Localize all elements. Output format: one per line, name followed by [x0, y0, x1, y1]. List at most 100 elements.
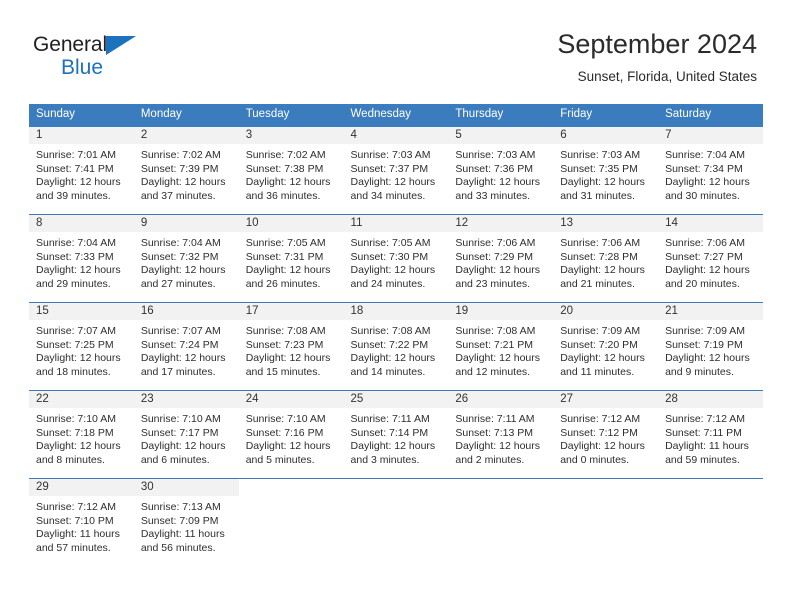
page-subtitle: Sunset, Florida, United States: [577, 69, 757, 84]
day-cell[interactable]: 27 Sunrise: 7:12 AM Sunset: 7:12 PM Dayl…: [553, 390, 659, 478]
day-cell-empty: [658, 478, 763, 560]
day-cell-empty: [343, 478, 449, 560]
day-cell[interactable]: 17 Sunrise: 7:08 AM Sunset: 7:23 PM Dayl…: [238, 302, 344, 390]
day-cell-inner: 19 Sunrise: 7:08 AM Sunset: 7:21 PM Dayl…: [448, 302, 554, 390]
day-cell[interactable]: 30 Sunrise: 7:13 AM Sunset: 7:09 PM Dayl…: [133, 478, 239, 560]
day-cell[interactable]: 5 Sunrise: 7:03 AM Sunset: 7:36 PM Dayli…: [448, 126, 554, 214]
day-cell-inner: 27 Sunrise: 7:12 AM Sunset: 7:12 PM Dayl…: [553, 390, 659, 478]
daylight-line-1: Daylight: 12 hours: [455, 176, 541, 189]
daylight-line-1: Daylight: 12 hours: [140, 176, 226, 189]
daylight-line-2: and 30 minutes.: [665, 189, 740, 202]
daylight-line-2: and 27 minutes.: [140, 277, 216, 290]
day-number: 8: [29, 215, 134, 232]
sunrise-line: Sunrise: 7:02 AM: [245, 149, 326, 161]
day-cell[interactable]: 25 Sunrise: 7:11 AM Sunset: 7:14 PM Dayl…: [343, 390, 449, 478]
day-cell[interactable]: 21 Sunrise: 7:09 AM Sunset: 7:19 PM Dayl…: [658, 302, 763, 390]
daylight-line-2: and 11 minutes.: [560, 365, 635, 378]
day-cell-inner: 18 Sunrise: 7:08 AM Sunset: 7:22 PM Dayl…: [343, 302, 449, 390]
day-cell-inner: 5 Sunrise: 7:03 AM Sunset: 7:36 PM Dayli…: [448, 126, 554, 214]
day-cell[interactable]: 24 Sunrise: 7:10 AM Sunset: 7:16 PM Dayl…: [238, 390, 344, 478]
day-details: Sunrise: 7:11 AM Sunset: 7:14 PM Dayligh…: [344, 408, 449, 467]
day-details: Sunrise: 7:01 AM Sunset: 7:41 PM Dayligh…: [29, 144, 134, 203]
day-cell[interactable]: 3 Sunrise: 7:02 AM Sunset: 7:38 PM Dayli…: [238, 126, 344, 214]
day-cell[interactable]: 11 Sunrise: 7:05 AM Sunset: 7:30 PM Dayl…: [343, 214, 449, 302]
sunset-line: Sunset: 7:29 PM: [455, 250, 534, 263]
day-number: 1: [29, 127, 134, 144]
calendar-table: Sunday Monday Tuesday Wednesday Thursday…: [29, 104, 763, 560]
week-row: 15 Sunrise: 7:07 AM Sunset: 7:25 PM Dayl…: [29, 302, 763, 390]
daylight-line-1: Daylight: 12 hours: [140, 264, 226, 277]
sunrise-line: Sunrise: 7:12 AM: [36, 501, 116, 513]
day-cell[interactable]: 12 Sunrise: 7:06 AM Sunset: 7:29 PM Dayl…: [448, 214, 554, 302]
daylight-line-1: Daylight: 12 hours: [560, 352, 645, 365]
day-cell-empty: [238, 478, 344, 560]
day-details: Sunrise: 7:11 AM Sunset: 7:13 PM Dayligh…: [448, 408, 553, 467]
day-cell[interactable]: 4 Sunrise: 7:03 AM Sunset: 7:37 PM Dayli…: [343, 126, 449, 214]
day-cell[interactable]: 6 Sunrise: 7:03 AM Sunset: 7:35 PM Dayli…: [553, 126, 659, 214]
day-cell[interactable]: 16 Sunrise: 7:07 AM Sunset: 7:24 PM Dayl…: [133, 302, 239, 390]
day-cell[interactable]: 19 Sunrise: 7:08 AM Sunset: 7:21 PM Dayl…: [448, 302, 554, 390]
daylight-line-2: and 26 minutes.: [245, 277, 321, 290]
sunset-line: Sunset: 7:35 PM: [560, 162, 638, 175]
sunset-line: Sunset: 7:21 PM: [455, 338, 534, 351]
daylight-line-2: and 8 minutes.: [36, 453, 105, 466]
day-cell-inner: [553, 478, 659, 560]
day-cell[interactable]: 26 Sunrise: 7:11 AM Sunset: 7:13 PM Dayl…: [448, 390, 554, 478]
weekday-header-wednesday: Wednesday: [343, 104, 449, 126]
day-cell-inner: [448, 478, 554, 560]
day-cell[interactable]: 13 Sunrise: 7:06 AM Sunset: 7:28 PM Dayl…: [553, 214, 659, 302]
sunset-line: Sunset: 7:31 PM: [245, 250, 324, 263]
day-cell-inner: 28 Sunrise: 7:12 AM Sunset: 7:11 PM Dayl…: [658, 390, 763, 478]
day-cell[interactable]: 9 Sunrise: 7:04 AM Sunset: 7:32 PM Dayli…: [133, 214, 239, 302]
day-cell[interactable]: 1 Sunrise: 7:01 AM Sunset: 7:41 PM Dayli…: [29, 126, 134, 214]
day-cell-inner: 15 Sunrise: 7:07 AM Sunset: 7:25 PM Dayl…: [29, 302, 134, 390]
day-cell[interactable]: 28 Sunrise: 7:12 AM Sunset: 7:11 PM Dayl…: [658, 390, 763, 478]
day-number: [448, 479, 553, 496]
day-cell[interactable]: 18 Sunrise: 7:08 AM Sunset: 7:22 PM Dayl…: [343, 302, 449, 390]
day-cell[interactable]: 29 Sunrise: 7:12 AM Sunset: 7:10 PM Dayl…: [29, 478, 134, 560]
day-cell-inner: 29 Sunrise: 7:12 AM Sunset: 7:10 PM Dayl…: [29, 478, 134, 560]
day-cell[interactable]: 8 Sunrise: 7:04 AM Sunset: 7:33 PM Dayli…: [29, 214, 134, 302]
daylight-line-2: and 3 minutes.: [350, 453, 420, 466]
daylight-line-2: and 24 minutes.: [350, 277, 426, 290]
daylight-line-1: Daylight: 12 hours: [350, 440, 436, 453]
sunrise-line: Sunrise: 7:11 AM: [455, 413, 535, 425]
day-number: [344, 479, 449, 496]
daylight-line-2: and 6 minutes.: [140, 453, 210, 466]
sunrise-line: Sunrise: 7:02 AM: [140, 149, 221, 161]
sunrise-line: Sunrise: 7:11 AM: [350, 413, 430, 425]
day-number: 25: [343, 391, 449, 408]
sunset-line: Sunset: 7:24 PM: [140, 338, 219, 351]
calendar-grid: Sunday Monday Tuesday Wednesday Thursday…: [29, 104, 763, 560]
day-cell[interactable]: 14 Sunrise: 7:06 AM Sunset: 7:27 PM Dayl…: [658, 214, 763, 302]
day-cell[interactable]: 7 Sunrise: 7:04 AM Sunset: 7:34 PM Dayli…: [658, 126, 763, 214]
day-cell[interactable]: 23 Sunrise: 7:10 AM Sunset: 7:17 PM Dayl…: [133, 390, 239, 478]
day-cell[interactable]: 20 Sunrise: 7:09 AM Sunset: 7:20 PM Dayl…: [553, 302, 659, 390]
sunrise-line: Sunrise: 7:03 AM: [455, 149, 536, 161]
day-cell-inner: 4 Sunrise: 7:03 AM Sunset: 7:37 PM Dayli…: [343, 126, 449, 214]
day-cell[interactable]: 22 Sunrise: 7:10 AM Sunset: 7:18 PM Dayl…: [29, 390, 134, 478]
daylight-line-2: and 9 minutes.: [665, 365, 734, 378]
general-blue-logo[interactable]: General Blue: [33, 33, 163, 81]
day-cell-inner: 3 Sunrise: 7:02 AM Sunset: 7:38 PM Dayli…: [238, 126, 344, 214]
daylight-line-2: and 29 minutes.: [36, 277, 111, 290]
daylight-line-1: Daylight: 12 hours: [560, 440, 645, 453]
sunset-line: Sunset: 7:11 PM: [665, 426, 742, 439]
weekday-header-thursday: Thursday: [448, 104, 554, 126]
day-cell-inner: 8 Sunrise: 7:04 AM Sunset: 7:33 PM Dayli…: [29, 214, 134, 302]
sunrise-line: Sunrise: 7:03 AM: [560, 149, 641, 161]
day-cell-inner: 30 Sunrise: 7:13 AM Sunset: 7:09 PM Dayl…: [133, 478, 239, 560]
logo-text-blue: Blue: [61, 56, 104, 79]
daylight-line-1: Daylight: 12 hours: [140, 352, 226, 365]
day-cell[interactable]: 15 Sunrise: 7:07 AM Sunset: 7:25 PM Dayl…: [29, 302, 134, 390]
day-number: 19: [448, 303, 554, 320]
day-cell[interactable]: 10 Sunrise: 7:05 AM Sunset: 7:31 PM Dayl…: [238, 214, 344, 302]
day-number: 30: [133, 479, 239, 496]
day-cell[interactable]: 2 Sunrise: 7:02 AM Sunset: 7:39 PM Dayli…: [133, 126, 239, 214]
day-details: Sunrise: 7:13 AM Sunset: 7:09 PM Dayligh…: [134, 496, 239, 555]
day-number: 27: [553, 391, 659, 408]
day-number: 14: [658, 215, 763, 232]
day-cell-inner: 22 Sunrise: 7:10 AM Sunset: 7:18 PM Dayl…: [29, 390, 134, 478]
daylight-line-2: and 59 minutes.: [665, 453, 740, 466]
sunset-line: Sunset: 7:28 PM: [560, 250, 638, 263]
